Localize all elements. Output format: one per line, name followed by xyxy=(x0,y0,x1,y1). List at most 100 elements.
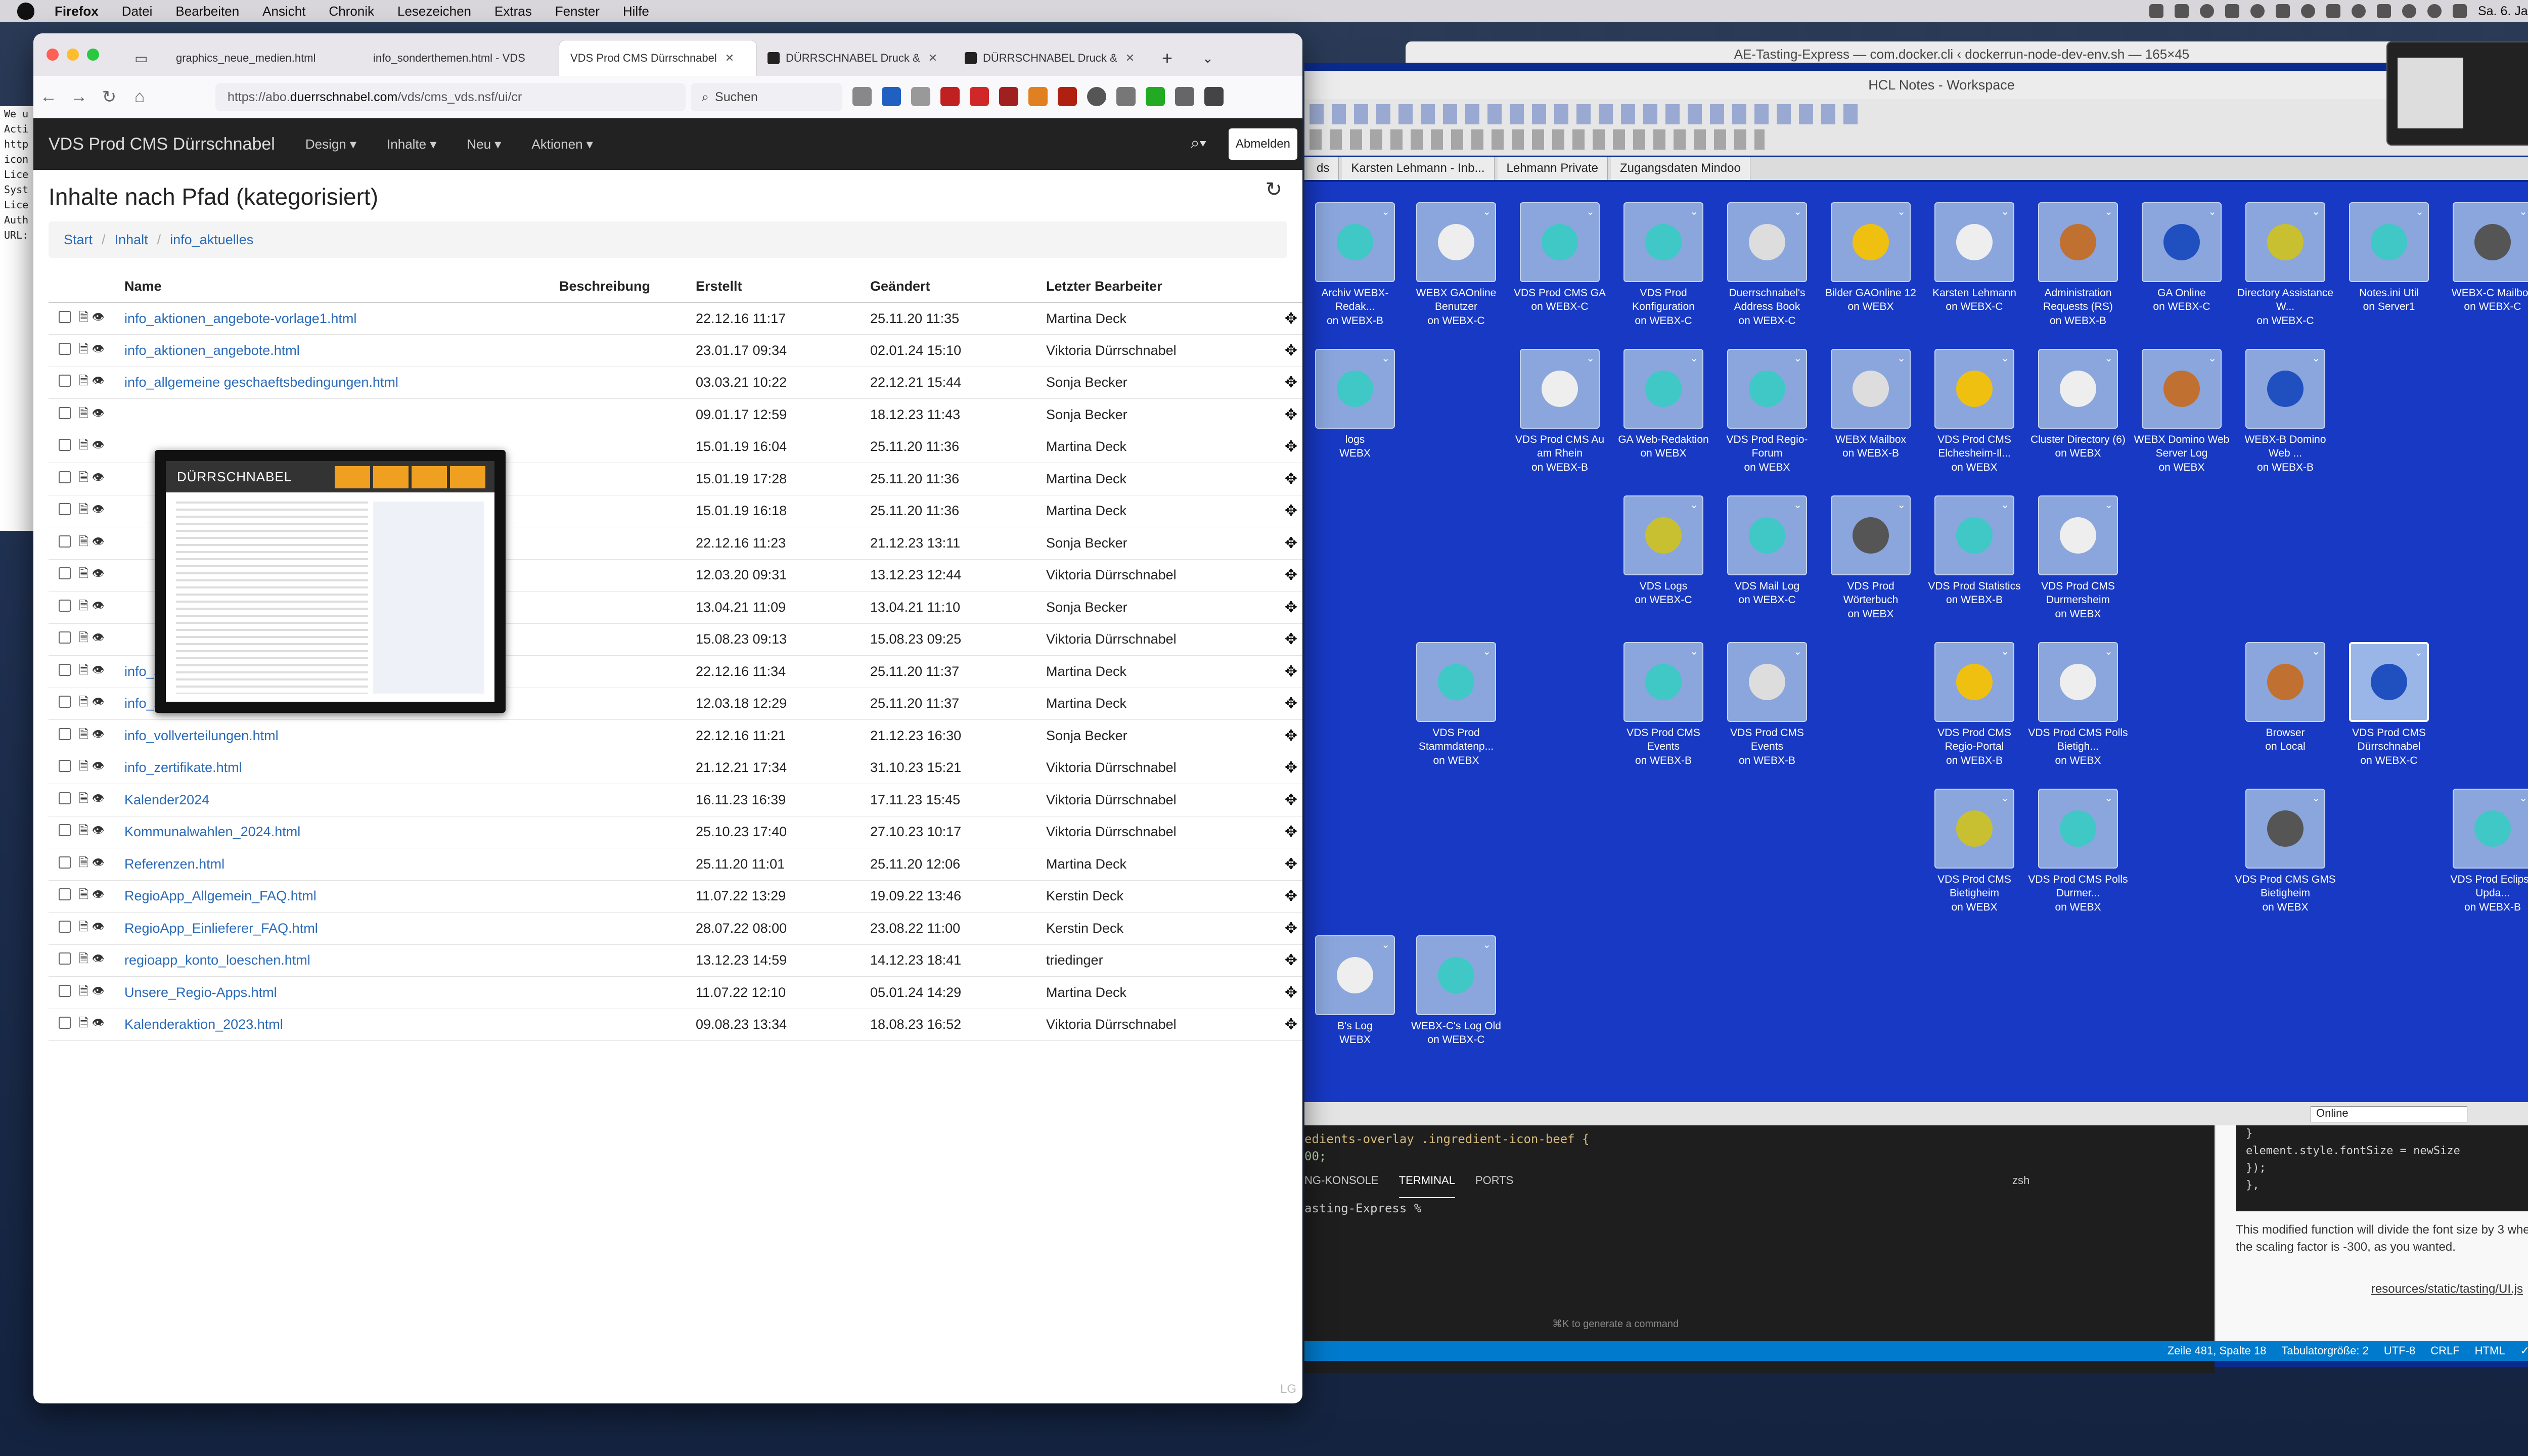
database-tile-icon[interactable]: ⌄ xyxy=(2245,202,2325,282)
menu-neu[interactable]: Neu ▾ xyxy=(467,136,501,152)
menu-inhalte[interactable]: Inhalte ▾ xyxy=(387,136,436,152)
document-icon[interactable]: 🗎 xyxy=(79,888,88,901)
workspace-icon[interactable]: ⌄ VDS Mail Log on WEBX-C xyxy=(1717,495,1818,607)
minimize-window-icon[interactable] xyxy=(67,49,79,61)
adblock-icon[interactable] xyxy=(970,87,989,106)
row-icons[interactable]: 🗎 👁 xyxy=(79,848,124,881)
chevron-down-icon[interactable]: ⌄ xyxy=(1793,352,1802,365)
workspace-icon[interactable]: ⌄ VDS Prod Wörterbuch on WEBX xyxy=(1820,495,1921,621)
row-checkbox[interactable] xyxy=(49,688,79,720)
document-icon[interactable]: 🗎 xyxy=(79,984,88,998)
move-handle-icon[interactable]: ✥ xyxy=(1258,880,1302,913)
database-tile-icon[interactable]: ⌄ xyxy=(1934,202,2014,282)
checkbox[interactable] xyxy=(59,952,71,965)
workspace-icon[interactable]: ⌄ VDS Logs on WEBX-C xyxy=(1613,495,1714,607)
database-tile-icon[interactable]: ⌄ xyxy=(2453,202,2528,282)
menu-extras[interactable]: Extras xyxy=(494,4,532,19)
preview-eye-icon[interactable]: 👁 xyxy=(92,471,104,484)
database-tile-icon[interactable]: ⌄ xyxy=(1520,202,1600,282)
workspace-icon[interactable]: ⌄ WEBX-C's Log Old on WEBX-C xyxy=(1406,935,1507,1047)
checkbox[interactable] xyxy=(59,696,71,708)
clock[interactable]: Sa. 6. Jan. 00:14 xyxy=(2478,4,2528,19)
table-row[interactable]: 🗎 👁 info_allgemeine geschaeftsbedingungen… xyxy=(49,367,1302,399)
status-icon[interactable] xyxy=(2174,4,2189,18)
search-icon[interactable]: ⌕▾ xyxy=(1191,133,1206,153)
preview-eye-icon[interactable]: 👁 xyxy=(92,342,104,356)
database-tile-icon[interactable]: ⌄ xyxy=(2245,349,2325,429)
row-checkbox[interactable] xyxy=(49,816,79,848)
document-icon[interactable]: 🗎 xyxy=(79,535,88,549)
row-icons[interactable]: 🗎 👁 xyxy=(79,431,124,463)
checkbox[interactable] xyxy=(59,984,71,997)
database-tile-icon[interactable]: ⌄ xyxy=(1623,349,1703,429)
search-icon[interactable] xyxy=(2427,4,2442,18)
row-checkbox[interactable] xyxy=(49,591,79,624)
move-handle-icon[interactable]: ✥ xyxy=(1258,848,1302,881)
checkbox[interactable] xyxy=(59,888,71,901)
checkbox[interactable] xyxy=(59,342,71,355)
workspace-icon[interactable]: ⌄ VDS Prod CMS Events on WEBX-B xyxy=(1613,642,1714,767)
checkbox[interactable] xyxy=(59,310,71,323)
database-tile-icon[interactable]: ⌄ xyxy=(1727,495,1807,575)
back-icon[interactable]: ← xyxy=(33,87,64,107)
online-status-select[interactable]: Online xyxy=(2311,1106,2467,1122)
workspace-icon[interactable]: ⌄ GA Web-Redaktion on WEBX xyxy=(1613,349,1714,461)
database-tile-icon[interactable]: ⌄ xyxy=(2245,642,2325,722)
menu-ansicht[interactable]: Ansicht xyxy=(262,4,305,19)
row-checkbox[interactable] xyxy=(49,623,79,656)
database-tile-icon[interactable]: ⌄ xyxy=(1831,495,1911,575)
row-checkbox[interactable] xyxy=(49,463,79,495)
chevron-down-icon[interactable]: ⌄ xyxy=(1482,938,1491,951)
chevron-down-icon[interactable]: ⌄ xyxy=(1482,205,1491,218)
workspace-icon[interactable]: ⌄ VDS Prod CMS Au am Rhein on WEBX-B xyxy=(1509,349,1610,474)
workspace-icon[interactable]: ⌄ VDS Prod CMS Polls Durmer... on WEBX xyxy=(2027,789,2129,914)
chevron-down-icon[interactable]: ⌄ xyxy=(1586,352,1595,365)
row-name[interactable]: Unsere_Regio-Apps.html xyxy=(124,976,559,1009)
preview-eye-icon[interactable]: 👁 xyxy=(92,952,104,966)
move-handle-icon[interactable]: ✥ xyxy=(1258,623,1302,656)
breadcrumb-start[interactable]: Start xyxy=(64,232,93,248)
chevron-down-icon[interactable]: ⌄ xyxy=(2208,205,2217,218)
checkbox[interactable] xyxy=(59,503,71,516)
breadcrumb-inhalt[interactable]: Inhalt xyxy=(115,232,148,248)
workspace-icon[interactable]: ⌄ VDS Prod Statistics on WEBX-B xyxy=(1924,495,2025,607)
move-handle-icon[interactable]: ✥ xyxy=(1258,784,1302,816)
toolbar-icons-row2[interactable] xyxy=(1310,129,1765,150)
hcl-tab[interactable]: Karsten Lehmann - Inb... xyxy=(1342,157,1495,180)
row-name[interactable]: info_vollverteilungen.html xyxy=(124,719,559,752)
row-name[interactable]: Referenzen.html xyxy=(124,848,559,881)
menu-chronik[interactable]: Chronik xyxy=(329,4,374,19)
extension-icon[interactable] xyxy=(940,87,960,106)
close-tab-icon[interactable]: ✕ xyxy=(725,52,734,65)
menu-lesezeichen[interactable]: Lesezeichen xyxy=(397,4,471,19)
status-cursor-position[interactable]: Zeile 481, Spalte 18 xyxy=(2168,1344,2267,1357)
database-tile-icon[interactable]: ⌄ xyxy=(1315,202,1395,282)
menu-hilfe[interactable]: Hilfe xyxy=(623,4,649,19)
workspace-icon[interactable]: ⌄ VDS Prod Eclipse Upda... on WEBX-B xyxy=(2442,789,2528,914)
row-checkbox[interactable] xyxy=(49,944,79,977)
workspace-icon[interactable]: ⌄ Browser on Local xyxy=(2235,642,2336,754)
row-checkbox[interactable] xyxy=(49,719,79,752)
tab-terminal[interactable]: TERMINAL xyxy=(1398,1174,1455,1198)
chevron-down-icon[interactable]: ⌄ xyxy=(1381,352,1390,365)
status-icon[interactable] xyxy=(2250,4,2265,18)
move-handle-icon[interactable]: ✥ xyxy=(1258,816,1302,848)
refresh-icon[interactable]: ↻ xyxy=(1265,178,1282,201)
workspace-icon[interactable]: ⌄ Karsten Lehmann on WEBX-C xyxy=(1924,202,2025,314)
status-icon[interactable] xyxy=(2275,4,2290,18)
table-row[interactable]: 🗎 👁 Kalender2024 16.11.23 16:39 17.11.23 15… xyxy=(49,784,1302,816)
move-handle-icon[interactable]: ✥ xyxy=(1258,976,1302,1009)
hcl-tab[interactable]: Lehmann Private xyxy=(1497,157,1608,180)
column-header-editor[interactable]: Letzter Bearbeiter xyxy=(1046,271,1258,303)
database-tile-icon[interactable]: ⌄ xyxy=(2038,495,2118,575)
database-tile-icon[interactable]: ⌄ xyxy=(1831,349,1911,429)
extensions-icon[interactable] xyxy=(1175,87,1194,106)
database-tile-icon[interactable]: ⌄ xyxy=(1315,935,1395,1015)
menu-design[interactable]: Design ▾ xyxy=(305,136,356,152)
database-tile-icon[interactable]: ⌄ xyxy=(1416,642,1496,722)
database-tile-icon[interactable]: ⌄ xyxy=(1416,935,1496,1015)
preview-eye-icon[interactable]: 👁 xyxy=(92,888,104,901)
preview-eye-icon[interactable]: 👁 xyxy=(92,1016,104,1030)
document-icon[interactable]: 🗎 xyxy=(79,567,88,580)
database-tile-icon[interactable]: ⌄ xyxy=(1416,202,1496,282)
